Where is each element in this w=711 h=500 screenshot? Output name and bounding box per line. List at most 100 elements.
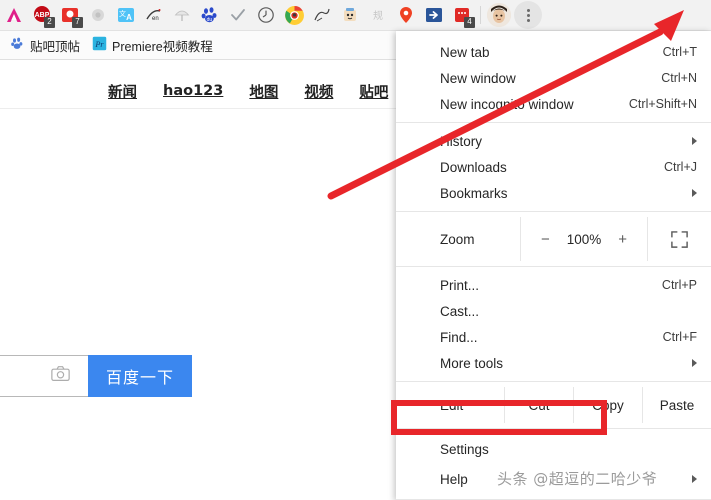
menu-item-label: More tools: [440, 355, 504, 371]
svg-text:文: 文: [119, 9, 126, 18]
browser-window: ABP 2 7 文 A en du 规 4 贴吧顶帖 Pr Premiere视频…: [0, 0, 711, 500]
adblock-badge: 2: [44, 17, 55, 28]
watermark: 头条 @超逗的二哈少爷: [497, 470, 658, 488]
menu-item-label: Bookmarks: [440, 185, 508, 201]
menu-item-history[interactable]: History: [396, 128, 711, 154]
adblock-plus-icon[interactable]: ABP 2: [29, 2, 55, 28]
menu-zoom-row: Zoom − 100% +: [396, 217, 711, 261]
baidu-search-area: 百度一下: [0, 355, 192, 397]
nav-link-map[interactable]: 地图: [249, 81, 278, 102]
translate-icon[interactable]: 文 A: [113, 2, 139, 28]
baidu-paw-icon[interactable]: du: [197, 2, 223, 28]
red-note-badge: 4: [464, 17, 475, 28]
checkmark-icon[interactable]: [225, 2, 251, 28]
menu-item-print[interactable]: Print... Ctrl+P: [396, 272, 711, 298]
red-note-icon[interactable]: 4: [449, 2, 475, 28]
kebab-dot-3: [526, 18, 530, 22]
svg-text:en: en: [152, 16, 159, 22]
menu-separator: [396, 266, 711, 267]
kebab-dot-1: [526, 8, 530, 12]
kebab-dot-2: [526, 13, 530, 17]
chrome-main-menu: New tab Ctrl+T New window Ctrl+N New inc…: [396, 31, 711, 500]
fullscreen-button[interactable]: [648, 217, 711, 261]
menu-item-bookmarks[interactable]: Bookmarks: [396, 180, 711, 206]
gray-script-icon[interactable]: 规: [365, 2, 391, 28]
menu-item-label: Settings: [440, 441, 489, 457]
zoom-controls: − 100% +: [520, 217, 648, 261]
menu-item-accel: Ctrl+J: [664, 160, 697, 174]
chevron-right-icon: [692, 475, 697, 483]
baidu-tieba-icon: [10, 36, 25, 54]
menu-item-accel: Ctrl+N: [661, 71, 697, 85]
edit-paste-button[interactable]: Paste: [642, 387, 711, 423]
extensions-toolbar: ABP 2 7 文 A en du 规 4: [0, 0, 711, 31]
menu-item-cast[interactable]: Cast...: [396, 298, 711, 324]
menu-item-more-tools[interactable]: More tools: [396, 350, 711, 376]
zoom-out-button[interactable]: −: [541, 231, 550, 248]
menu-item-label: Find...: [440, 329, 478, 345]
blue-arrow-icon[interactable]: [421, 2, 447, 28]
edit-cut-button[interactable]: Cut: [504, 387, 573, 423]
menu-edit-row: Edit Cut Copy Paste: [396, 387, 711, 423]
camera-icon[interactable]: [51, 365, 70, 387]
bookmark-label: 贴吧顶帖: [30, 39, 81, 54]
menu-separator: [396, 122, 711, 123]
svg-text:A: A: [126, 13, 132, 22]
nav-link-tieba[interactable]: 贴吧: [359, 81, 388, 102]
premiere-icon: Pr: [92, 36, 107, 54]
menu-item-label: Cast...: [440, 303, 480, 319]
clock-icon[interactable]: [253, 2, 279, 28]
kebab-menu-button[interactable]: [514, 1, 542, 29]
nav-link-hao123[interactable]: hao123: [163, 83, 223, 99]
red-folder-badge: 7: [72, 17, 83, 28]
umbrella-icon[interactable]: [169, 2, 195, 28]
zoom-in-button[interactable]: +: [618, 231, 627, 248]
chrome-icon[interactable]: [281, 2, 307, 28]
red-folder-icon[interactable]: 7: [57, 2, 83, 28]
brush-script-icon[interactable]: [309, 2, 335, 28]
menu-item-accel: Ctrl+F: [662, 330, 697, 344]
robot-icon[interactable]: [337, 2, 363, 28]
location-pin-icon[interactable]: [393, 2, 419, 28]
menu-item-label: History: [440, 133, 483, 149]
menu-item-label: New incognito window: [440, 96, 574, 112]
menu-item-new-incognito-window[interactable]: New incognito window Ctrl+Shift+N: [396, 91, 711, 117]
menu-item-label: New window: [440, 70, 516, 86]
menu-item-accel: Ctrl+T: [662, 45, 697, 59]
gray-disabled-icon[interactable]: [85, 2, 111, 28]
menu-item-label: Downloads: [440, 159, 507, 175]
menu-separator: [396, 211, 711, 212]
bookmark-item-premiere[interactable]: Pr Premiere视频教程: [88, 34, 221, 57]
svg-text:规: 规: [373, 9, 383, 22]
edit-label: Edit: [440, 397, 464, 413]
search-button[interactable]: 百度一下: [88, 355, 192, 397]
toolbar-divider: [480, 6, 481, 24]
adobe-icon[interactable]: [1, 2, 27, 28]
chevron-right-icon: [692, 359, 697, 367]
menu-item-accel: Ctrl+P: [661, 278, 697, 292]
search-input[interactable]: [0, 355, 88, 397]
fullscreen-icon: [671, 230, 688, 248]
nav-link-news[interactable]: 新闻: [108, 81, 137, 102]
menu-item-label: Help: [440, 471, 468, 487]
chevron-right-icon: [692, 189, 697, 197]
edit-copy-button[interactable]: Copy: [573, 387, 642, 423]
avatar[interactable]: [487, 3, 511, 27]
english-script-icon[interactable]: en: [141, 2, 167, 28]
menu-item-new-tab[interactable]: New tab Ctrl+T: [396, 39, 711, 65]
menu-separator: [396, 381, 711, 382]
menu-item-accel: Ctrl+Shift+N: [628, 97, 697, 111]
zoom-level: 100%: [566, 231, 602, 247]
menu-item-find[interactable]: Find... Ctrl+F: [396, 324, 711, 350]
bookmark-label: Premiere视频教程: [112, 39, 213, 54]
menu-item-label: New tab: [440, 44, 490, 60]
menu-item-new-window[interactable]: New window Ctrl+N: [396, 65, 711, 91]
bookmark-item-tieba[interactable]: 贴吧顶帖: [6, 34, 88, 57]
chevron-right-icon: [692, 137, 697, 145]
menu-item-settings[interactable]: Settings: [396, 434, 711, 464]
menu-item-label: Print...: [440, 277, 480, 293]
menu-item-downloads[interactable]: Downloads Ctrl+J: [396, 154, 711, 180]
svg-text:du: du: [207, 17, 213, 23]
svg-text:Pr: Pr: [94, 40, 104, 49]
nav-link-video[interactable]: 视频: [304, 81, 333, 102]
